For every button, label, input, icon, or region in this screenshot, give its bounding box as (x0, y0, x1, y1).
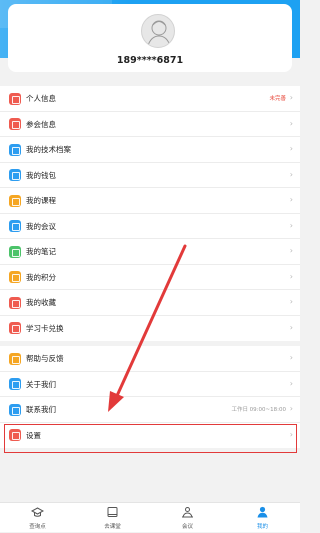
menu-group-support: 帮助与反馈 › 关于我们 › 联系我们 工作日 09:00~18:00 › 设置 › (0, 346, 300, 448)
avatar[interactable] (141, 14, 175, 48)
star-icon (9, 296, 21, 309)
tab-label: 我的 (256, 524, 268, 530)
file-icon (9, 143, 21, 156)
clipboard-icon (9, 118, 21, 130)
profile-card: 189****6871 (8, 4, 292, 72)
phone-icon (9, 403, 21, 416)
menu-row[interactable]: 我的钱包 › (0, 163, 300, 188)
settings-icon (9, 429, 21, 441)
menu-row[interactable]: 我的收藏 › (0, 290, 300, 316)
chevron-right-icon: › (289, 353, 293, 362)
menu-row[interactable]: 我的会议 › (0, 214, 300, 239)
chevron-right-icon: › (289, 404, 293, 413)
note-icon (9, 245, 21, 258)
phone-number: 189****6871 (116, 55, 184, 66)
tab-label: 查询点 (29, 524, 46, 530)
chevron-right-icon: › (289, 429, 293, 439)
menu-group-main: 个人信息 未完善 › 参会信息 › 我的技术档案 › 我的钱包 › 我的课程 › 我的会议 › 我的笔记 ›… (0, 86, 300, 341)
menu-row[interactable]: 我的技术档案 › (0, 137, 300, 163)
person-icon (9, 92, 21, 105)
chevron-right-icon: › (289, 169, 293, 179)
chevron-right-icon: › (289, 322, 293, 332)
course-icon (9, 194, 21, 207)
menu-label: 学习卡兑换 (26, 323, 64, 333)
help-icon (9, 352, 21, 365)
tab-item[interactable]: 我的 (225, 503, 300, 533)
points-icon (9, 271, 21, 283)
user-icon (257, 506, 268, 518)
bottom-tab-bar: 查询点 去课堂 会议 我的 (0, 502, 300, 532)
menu-label: 我的课程 (26, 196, 56, 205)
menu-row[interactable]: 我的课程 › (0, 188, 300, 214)
tab-item[interactable]: 会议 (150, 503, 225, 533)
chevron-right-icon: › (289, 118, 293, 128)
meeting-people-icon (182, 507, 193, 518)
tab-item[interactable]: 去课堂 (75, 503, 150, 533)
graduation-icon (31, 507, 44, 517)
menu-label: 我的技术档案 (26, 145, 71, 154)
menu-label: 个人信息 (26, 94, 56, 103)
menu-label: 我的收藏 (26, 298, 56, 307)
chevron-right-icon: › (289, 271, 293, 281)
chevron-right-icon: › (289, 144, 293, 153)
chevron-right-icon: › (289, 378, 293, 388)
menu-row[interactable]: 关于我们 › (0, 372, 300, 397)
menu-aux-text: 未完善 (269, 96, 286, 102)
wallet-icon (9, 169, 21, 181)
book-icon (107, 507, 118, 517)
menu-row[interactable]: 设置 › (0, 423, 300, 449)
info-icon (9, 378, 21, 390)
menu-label: 我的钱包 (26, 170, 56, 180)
menu-label: 参会信息 (26, 119, 56, 129)
menu-row[interactable]: 我的积分 › (0, 265, 300, 290)
menu-label: 我的会议 (26, 221, 56, 231)
menu-label: 联系我们 (26, 405, 56, 414)
menu-label: 关于我们 (26, 379, 56, 389)
menu-label: 我的笔记 (26, 247, 56, 256)
tab-item[interactable]: 查询点 (0, 503, 75, 533)
menu-label: 设置 (26, 430, 41, 440)
tab-label: 会议 (181, 524, 193, 530)
chevron-right-icon: › (289, 93, 293, 102)
menu-row[interactable]: 联系我们 工作日 09:00~18:00 › (0, 397, 300, 423)
chevron-right-icon: › (289, 195, 293, 204)
card-icon (9, 322, 21, 334)
menu-row[interactable]: 个人信息 未完善 › (0, 86, 300, 112)
menu-aux-text: 工作日 09:00~18:00 (231, 407, 286, 413)
menu-row[interactable]: 我的笔记 › (0, 239, 300, 265)
menu-row[interactable]: 学习卡兑换 › (0, 316, 300, 342)
menu-row[interactable]: 参会信息 › (0, 112, 300, 137)
avatar-portrait-icon (147, 20, 171, 47)
tab-label: 去课堂 (104, 524, 121, 530)
meeting-icon (9, 220, 21, 232)
chevron-right-icon: › (289, 246, 293, 255)
menu-row[interactable]: 帮助与反馈 › (0, 346, 300, 372)
chevron-right-icon: › (289, 297, 293, 306)
menu-label: 我的积分 (26, 272, 56, 282)
chevron-right-icon: › (289, 220, 293, 230)
menu-label: 帮助与反馈 (26, 354, 64, 363)
